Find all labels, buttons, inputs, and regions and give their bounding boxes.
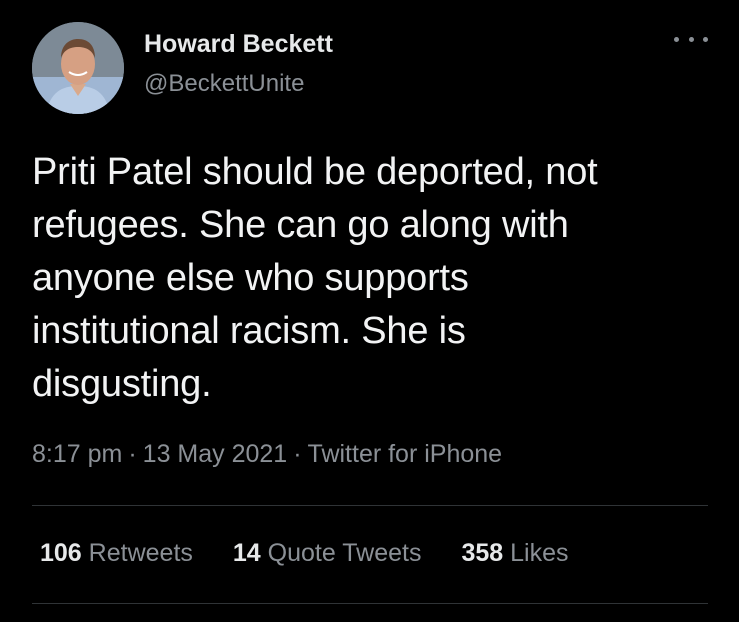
- quote-tweets-label: Quote Tweets: [267, 539, 422, 567]
- avatar-photo-icon: [32, 22, 124, 114]
- tweet-text: Priti Patel should be deported, not refu…: [32, 146, 712, 411]
- retweets-stat[interactable]: 106 Retweets: [40, 539, 193, 568]
- avatar[interactable]: [32, 22, 124, 114]
- more-options-icon[interactable]: [674, 28, 708, 50]
- tweet-stats: 106 Retweets 14 Quote Tweets 358 Likes: [40, 539, 609, 568]
- tweet-time[interactable]: 8:17 pm: [32, 440, 122, 468]
- quote-tweets-count: 14: [232, 539, 261, 567]
- retweets-count: 106: [40, 539, 82, 567]
- quote-tweets-stat[interactable]: 14 Quote Tweets: [233, 539, 422, 568]
- meta-separator: ·: [128, 440, 137, 468]
- divider: [32, 603, 708, 604]
- tweet-text-line: refugees. She can go along with: [32, 204, 569, 246]
- tweet-text-line: disgusting.: [32, 363, 212, 405]
- likes-label: Likes: [510, 539, 569, 567]
- author-handle[interactable]: @BeckettUnite: [144, 70, 304, 98]
- likes-count: 358: [461, 539, 504, 567]
- tweet-meta: 8:17 pm · 13 May 2021 · Twitter for iPhone: [32, 440, 502, 469]
- tweet-text-line: anyone else who supports: [32, 257, 469, 299]
- tweet-text-line: Priti Patel should be deported, not: [32, 151, 598, 193]
- more-dot: [688, 36, 694, 42]
- divider: [32, 505, 708, 506]
- likes-stat[interactable]: 358 Likes: [461, 539, 568, 568]
- retweets-label: Retweets: [88, 539, 193, 567]
- meta-separator: ·: [293, 440, 302, 468]
- tweet-card: Howard Beckett @BeckettUnite Priti Patel…: [0, 0, 739, 622]
- tweet-date[interactable]: 13 May 2021: [143, 440, 288, 468]
- tweet-source[interactable]: Twitter for iPhone: [308, 440, 503, 468]
- more-dot: [674, 36, 679, 42]
- author-display-name[interactable]: Howard Beckett: [144, 30, 333, 59]
- more-dot: [703, 36, 708, 42]
- tweet-text-line: institutional racism. She is: [32, 310, 466, 352]
